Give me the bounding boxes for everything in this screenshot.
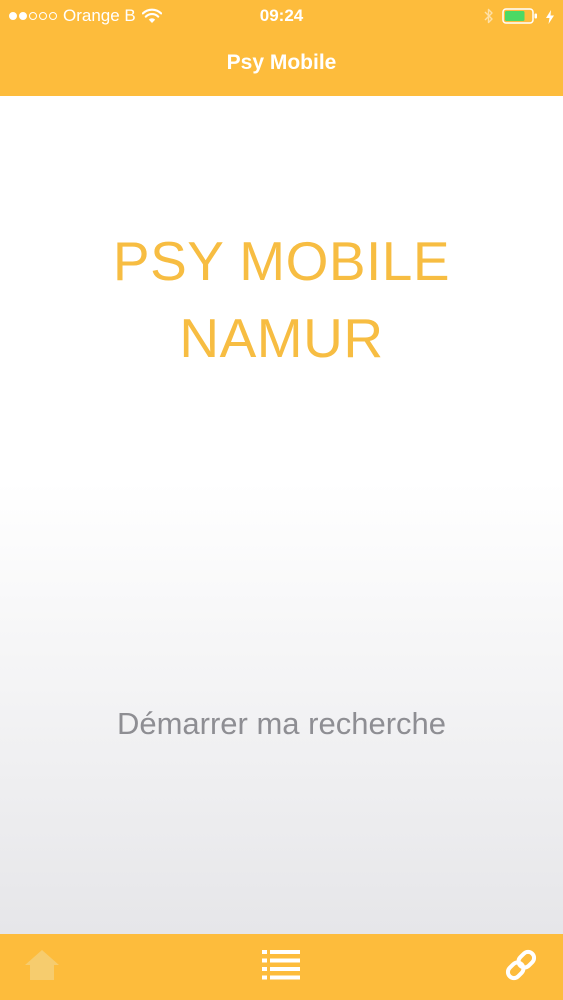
charging-bolt-icon bbox=[546, 9, 554, 24]
tab-links[interactable] bbox=[476, 934, 563, 1000]
tab-bar bbox=[0, 934, 563, 1000]
link-icon bbox=[504, 948, 538, 987]
app-screen: Orange B 09:24 Psy Mobile PSY MOBILE NAM… bbox=[0, 0, 563, 1000]
headline-line-1: PSY MOBILE bbox=[112, 230, 451, 292]
page-title: Psy Mobile bbox=[226, 51, 337, 74]
list-icon bbox=[262, 949, 300, 986]
main-content: PSY MOBILE NAMUR Démarrer ma recherche bbox=[0, 96, 563, 934]
status-right bbox=[484, 6, 554, 26]
navigation-bar: Psy Mobile bbox=[0, 33, 563, 96]
battery-icon bbox=[502, 7, 538, 25]
home-icon bbox=[24, 948, 60, 987]
start-search-button[interactable]: Démarrer ma recherche bbox=[60, 696, 503, 752]
status-bar: Orange B 09:24 bbox=[0, 0, 563, 33]
tab-list[interactable] bbox=[236, 934, 326, 1000]
headline-line-2: NAMUR bbox=[179, 307, 384, 369]
status-time: 09:24 bbox=[259, 6, 304, 25]
bluetooth-icon bbox=[484, 7, 494, 25]
tab-home[interactable] bbox=[0, 934, 87, 1000]
